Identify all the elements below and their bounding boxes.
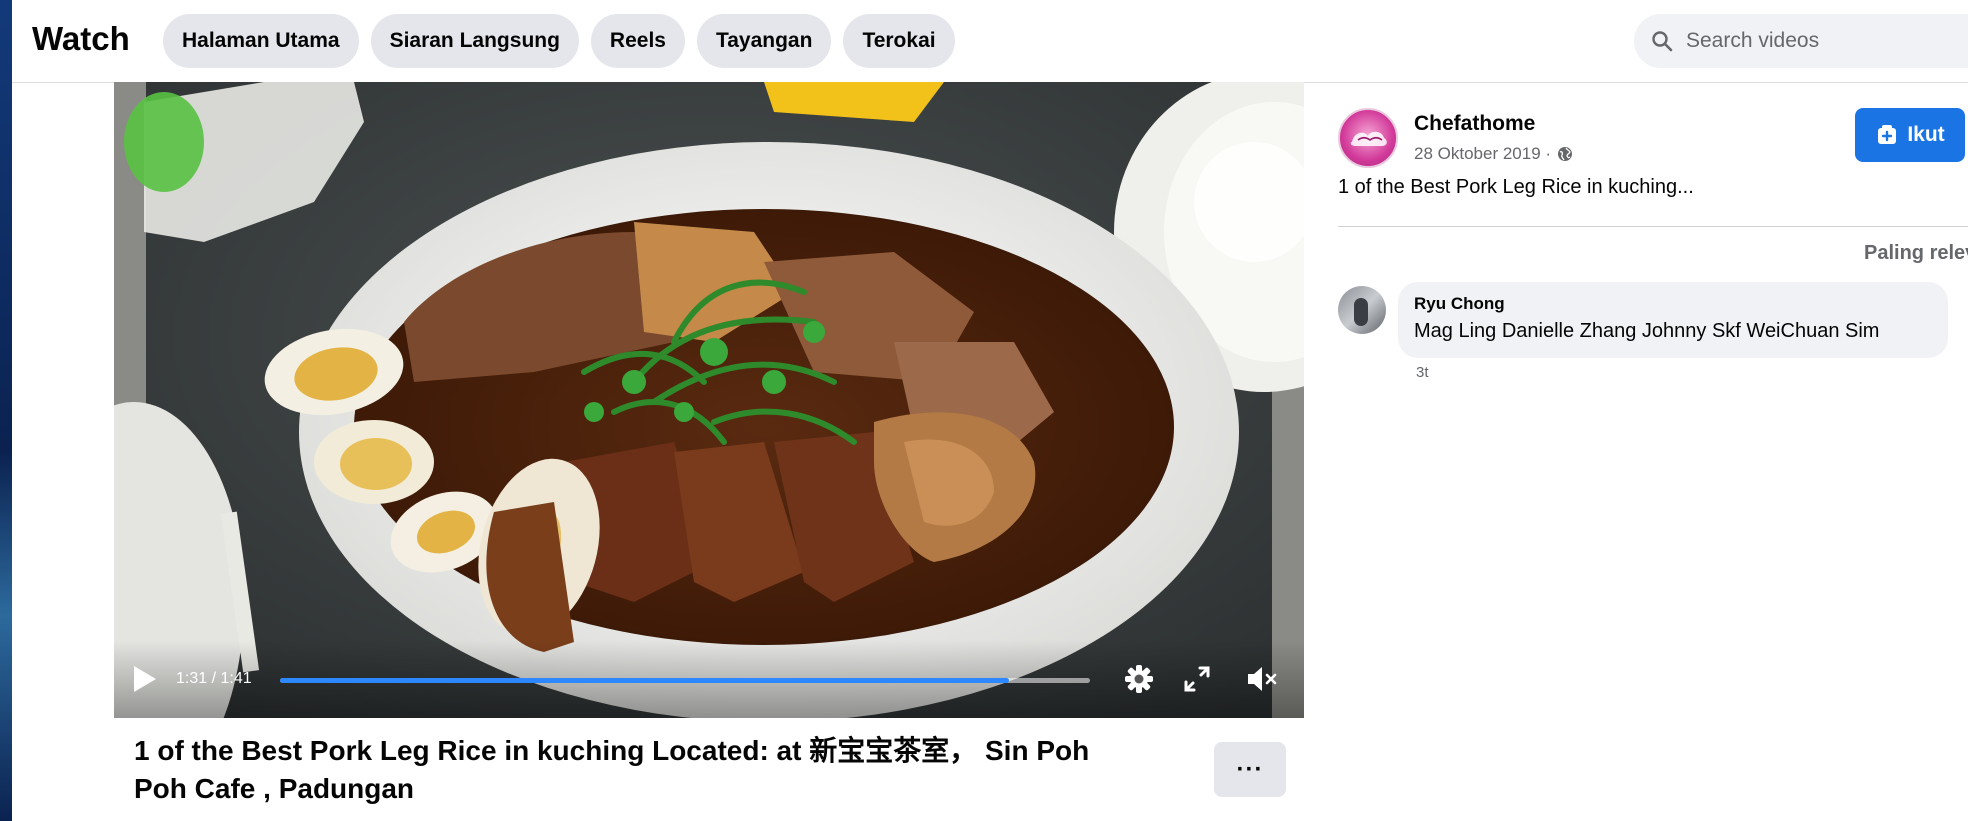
follow-button-label: Ikut [1907,123,1945,146]
settings-gear-icon[interactable] [1122,662,1156,696]
fullscreen-icon[interactable] [1180,662,1214,696]
comment-author[interactable]: Ryu Chong [1414,294,1932,314]
comment-sort-dropdown[interactable]: Paling relev [1864,242,1968,265]
post-description: 1 of the Best Pork Leg Rice in kuching..… [1338,176,1694,198]
follow-button[interactable]: Ikut [1855,108,1965,162]
page-avatar[interactable] [1338,108,1398,168]
watch-brand-title: Watch [32,20,130,57]
globe-icon [1558,147,1573,161]
watch-tabs: Halaman Utama Siaran Langsung Reels Taya… [163,14,955,68]
play-icon[interactable] [132,664,158,694]
comment-text: Mag Ling Danielle Zhang Johnny Skf WeiCh… [1414,320,1880,342]
tab-tayangan[interactable]: Tayangan [696,14,832,68]
video-progress-bar[interactable] [280,678,1090,683]
video-time-display: 1:31 / 1:41 [176,670,252,687]
post-date[interactable]: 28 Oktober 2019 · [1414,144,1551,164]
commenter-avatar[interactable] [1338,286,1386,334]
post-details-panel: Chefathome 28 Oktober 2019 · 1 of the Be… [1324,82,1968,821]
desktop-background [0,0,12,821]
volume-muted-icon[interactable] [1244,662,1278,696]
post-meta: 28 Oktober 2019 · [1414,144,1573,164]
video-controls-bar: 1:31 / 1:41 [114,640,1304,718]
more-options-button[interactable]: ··· [1214,742,1286,797]
search-input[interactable] [1684,28,1968,54]
search-box[interactable] [1634,14,1968,68]
video-progress-fill [280,678,1009,683]
video-frame-pork-leg-rice [114,82,1304,718]
tab-halaman-utama[interactable]: Halaman Utama [163,14,359,68]
tab-terokai[interactable]: Terokai [843,14,955,68]
panel-divider [1338,226,1968,227]
comment-bubble: Ryu Chong Mag Ling Danielle Zhang Johnny… [1398,282,1948,358]
chef-logo-icon [1350,131,1387,146]
avatar-figure [1354,298,1368,326]
facebook-watch-window: Watch Halaman Utama Siaran Langsung Reel… [12,0,1968,821]
follow-page-icon [1878,125,1897,144]
video-player[interactable]: 1:31 / 1:41 [114,82,1304,718]
comment-timestamp[interactable]: 3t [1416,364,1429,381]
page-name[interactable]: Chefathome [1414,112,1535,136]
video-title: 1 of the Best Pork Leg Rice in kuching L… [134,735,1090,804]
search-icon [1652,31,1673,52]
tab-reels[interactable]: Reels [590,14,685,68]
watch-header: Watch Halaman Utama Siaran Langsung Reel… [12,0,1968,83]
tab-siaran-langsung[interactable]: Siaran Langsung [370,14,579,68]
